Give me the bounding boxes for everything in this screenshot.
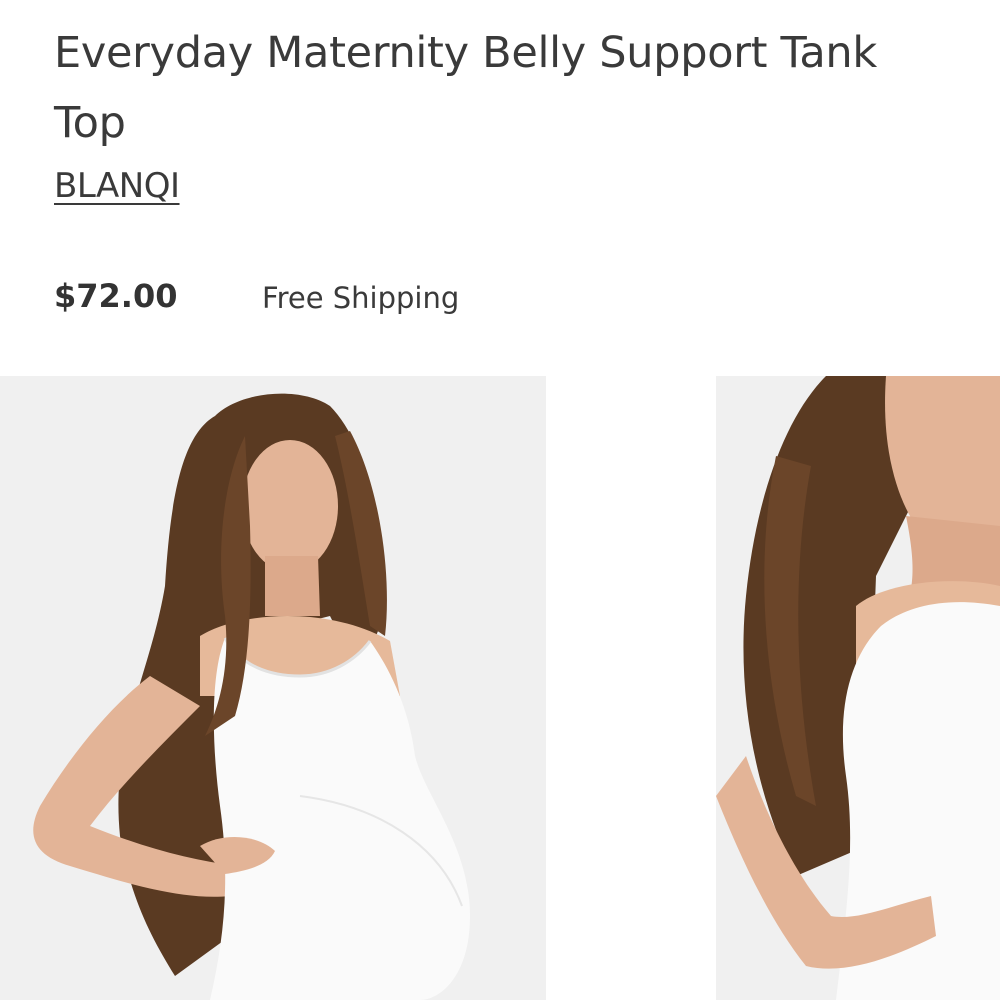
model-photo-front — [0, 376, 546, 1000]
product-title: Everyday Maternity Belly Support Tank To… — [54, 28, 877, 148]
shipping-info: Free Shipping — [262, 281, 460, 315]
product-image-main[interactable] — [0, 376, 546, 1000]
brand-link[interactable]: BLANQI — [54, 164, 180, 208]
model-photo-closeup — [716, 376, 1000, 1000]
product-price: $72.00 — [54, 277, 178, 315]
product-image-secondary[interactable] — [716, 376, 1000, 1000]
